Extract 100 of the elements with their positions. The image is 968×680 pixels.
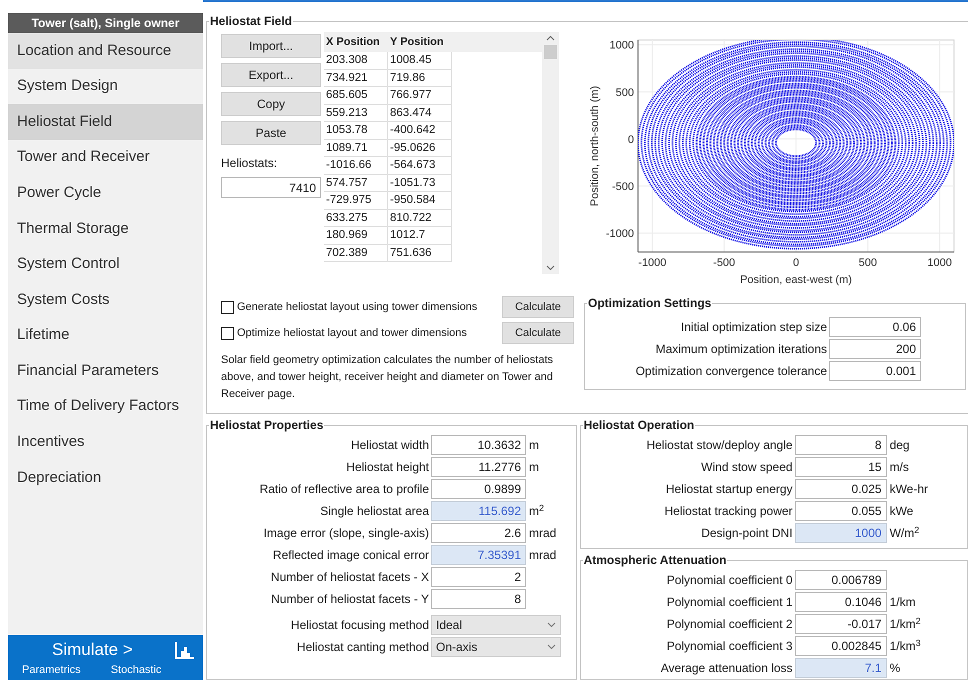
input-field[interactable]: 0.1046 bbox=[794, 592, 887, 612]
group-title: Heliostat Field bbox=[209, 13, 294, 30]
sidebar-item[interactable]: System Costs bbox=[8, 282, 203, 318]
toolbar-button[interactable]: Paste bbox=[221, 121, 321, 145]
scroll-up-icon[interactable] bbox=[546, 35, 555, 41]
tick-label: 0 bbox=[792, 257, 800, 269]
dropdown[interactable]: On-axis bbox=[431, 637, 561, 657]
table-cell: 1053.78 bbox=[324, 122, 388, 140]
input-field[interactable]: 11.2776 bbox=[431, 457, 526, 477]
computed-value-field: 115.692 bbox=[431, 501, 526, 521]
checkbox-label: Generate heliostat layout using tower dimensions bbox=[237, 300, 478, 315]
tick-label: 1000 bbox=[927, 257, 952, 269]
field-label: Image error (slope, single-axis) bbox=[262, 525, 430, 542]
column-header: Y Position bbox=[389, 34, 445, 50]
field-label: Polynomial coefficient 0 bbox=[666, 572, 794, 589]
calculate-button[interactable]: Calculate bbox=[502, 322, 574, 344]
scroll-thumb[interactable] bbox=[544, 45, 557, 59]
table-cell: 702.389 bbox=[324, 244, 388, 262]
tick-label: 500 bbox=[616, 86, 634, 99]
sidebar-item[interactable]: Incentives bbox=[8, 424, 203, 460]
field-label: Heliostat width bbox=[350, 437, 430, 454]
table-cell: 1089.71 bbox=[324, 140, 388, 157]
input-field[interactable]: 2 bbox=[431, 567, 526, 587]
unit-label: deg bbox=[888, 437, 910, 454]
field-label: Wind stow speed bbox=[700, 459, 794, 476]
sidebar-item[interactable]: System Control bbox=[8, 246, 203, 282]
table-cell: 1012.7 bbox=[388, 227, 452, 244]
field-label: Number of heliostat facets - X bbox=[270, 569, 430, 586]
project-title: Tower (salt), Single owner bbox=[8, 13, 203, 33]
input-field[interactable]: 0.025 bbox=[794, 479, 887, 499]
menu-link[interactable]: Parametrics bbox=[22, 663, 81, 677]
sidebar-item[interactable]: System Design bbox=[8, 68, 203, 104]
input-field[interactable]: 0.001 bbox=[829, 361, 921, 381]
chart-icon[interactable] bbox=[175, 641, 195, 659]
input-field[interactable]: 15 bbox=[794, 457, 887, 477]
table-cell: 574.757 bbox=[324, 174, 388, 192]
field-label: Number of heliostat facets - Y bbox=[270, 591, 430, 608]
field-label: Ratio of reflective area to profile bbox=[258, 481, 430, 498]
unit-label: mrad bbox=[528, 547, 556, 564]
field-label: Heliostat tracking power bbox=[664, 503, 794, 520]
unit-label: m bbox=[528, 459, 539, 476]
computed-value-field: 1000 bbox=[794, 523, 887, 543]
sidebar-item[interactable]: Depreciation bbox=[8, 460, 203, 496]
input-field[interactable]: 10.3632 bbox=[431, 435, 526, 455]
toolbar-button[interactable]: Export... bbox=[221, 63, 321, 87]
tick-label: -500 bbox=[612, 181, 634, 194]
sidebar-item[interactable]: Lifetime bbox=[8, 318, 203, 354]
group-title: Heliostat Operation bbox=[582, 417, 696, 434]
input-field[interactable]: 200 bbox=[829, 339, 921, 359]
table-cell: 719.86 bbox=[388, 70, 452, 87]
scroll-down-icon[interactable] bbox=[546, 265, 555, 271]
field-label: Heliostat stow/deploy angle bbox=[645, 437, 794, 454]
unit-label: 1/km$^{3}$ bbox=[888, 637, 921, 655]
sidebar-item[interactable]: Thermal Storage bbox=[8, 210, 203, 247]
menu-link[interactable]: Stochastic bbox=[110, 663, 162, 677]
input-field[interactable]: 0.002845 bbox=[794, 636, 887, 656]
sidebar-item[interactable]: Time of Delivery Factors bbox=[8, 388, 203, 425]
dropdown[interactable]: Ideal bbox=[431, 615, 561, 635]
unit-label: 1/km bbox=[888, 594, 916, 611]
sidebar-item[interactable]: Location and Resource bbox=[8, 33, 203, 69]
table-cell: 1008.45 bbox=[388, 52, 452, 70]
toolbar-button[interactable]: Import... bbox=[221, 34, 321, 58]
calculate-button[interactable]: Calculate bbox=[502, 296, 574, 318]
table-cell: 734.921 bbox=[324, 70, 388, 87]
input-field[interactable]: 0.06 bbox=[829, 317, 921, 337]
scrollbar[interactable] bbox=[542, 32, 559, 274]
toolbar-button[interactable]: Copy bbox=[221, 92, 321, 116]
checkbox-label: Optimize heliostat layout and tower dimensions bbox=[237, 326, 467, 341]
sidebar-item[interactable]: Heliostat Field bbox=[8, 104, 203, 140]
axis-title: Position, east-west (m) bbox=[740, 274, 852, 286]
tick-label: 1000 bbox=[610, 40, 634, 52]
sidebar-item[interactable]: Power Cycle bbox=[8, 175, 203, 211]
sidebar-item[interactable]: Financial Parameters bbox=[8, 353, 203, 389]
input-field[interactable]: 8 bbox=[431, 589, 526, 609]
input-field[interactable]: 0.055 bbox=[794, 501, 887, 521]
field-label: Average attenuation loss bbox=[660, 660, 794, 677]
sidebar-item[interactable]: Tower and Receiver bbox=[8, 140, 203, 176]
field-label: Heliostat height bbox=[345, 459, 430, 476]
column-header: X Position bbox=[325, 34, 381, 50]
checkbox[interactable] bbox=[221, 300, 234, 314]
input-field[interactable]: 0.9899 bbox=[431, 479, 526, 499]
table-cell: 766.977 bbox=[388, 87, 452, 104]
unit-label: mrad bbox=[528, 525, 556, 542]
table-cell: 180.969 bbox=[324, 227, 388, 244]
group-title: Heliostat Properties bbox=[209, 417, 324, 434]
group-title: Optimization Settings bbox=[587, 295, 712, 312]
unit-label: % bbox=[888, 660, 900, 677]
input-field[interactable]: 0.006789 bbox=[794, 570, 887, 590]
input-field[interactable]: -0.017 bbox=[794, 614, 887, 634]
field-label: Heliostat startup energy bbox=[664, 481, 794, 498]
simulate-button[interactable]: Simulate > bbox=[52, 640, 133, 660]
input-field[interactable]: 8 bbox=[794, 435, 887, 455]
field-label: Initial optimization step size bbox=[680, 319, 828, 336]
checkbox[interactable] bbox=[221, 326, 234, 340]
tick-label: 500 bbox=[858, 257, 877, 269]
field-label: Design-point DNI bbox=[700, 525, 794, 542]
unit-label: kWe bbox=[888, 503, 914, 520]
input-field[interactable]: 2.6 bbox=[431, 523, 526, 543]
heliostat-count-field[interactable]: 7410 bbox=[221, 177, 321, 198]
chevron-down-icon bbox=[547, 644, 556, 650]
